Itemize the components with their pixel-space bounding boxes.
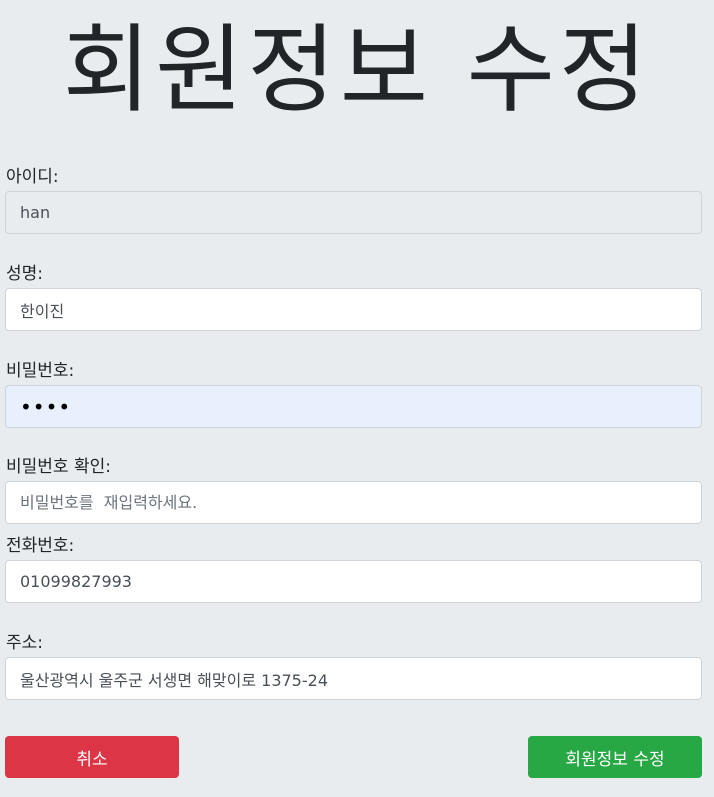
phone-label: 전화번호: bbox=[6, 536, 75, 556]
password-confirm-field[interactable] bbox=[5, 481, 702, 524]
password-label: 비밀번호: bbox=[6, 361, 75, 381]
name-field[interactable] bbox=[5, 288, 702, 331]
password-confirm-label: 비밀번호 확인: bbox=[6, 457, 111, 477]
page-title: 회원정보 수정 bbox=[62, 14, 652, 126]
userid-label: 아이디: bbox=[6, 167, 59, 187]
update-profile-button[interactable]: 회원정보 수정 bbox=[528, 736, 702, 778]
phone-field[interactable] bbox=[5, 560, 702, 603]
password-field[interactable] bbox=[5, 385, 702, 428]
cancel-button[interactable]: 취소 bbox=[5, 736, 179, 778]
address-label: 주소: bbox=[6, 633, 44, 653]
address-field[interactable] bbox=[5, 657, 702, 700]
userid-field[interactable] bbox=[5, 191, 702, 234]
name-label: 성명: bbox=[6, 264, 44, 284]
